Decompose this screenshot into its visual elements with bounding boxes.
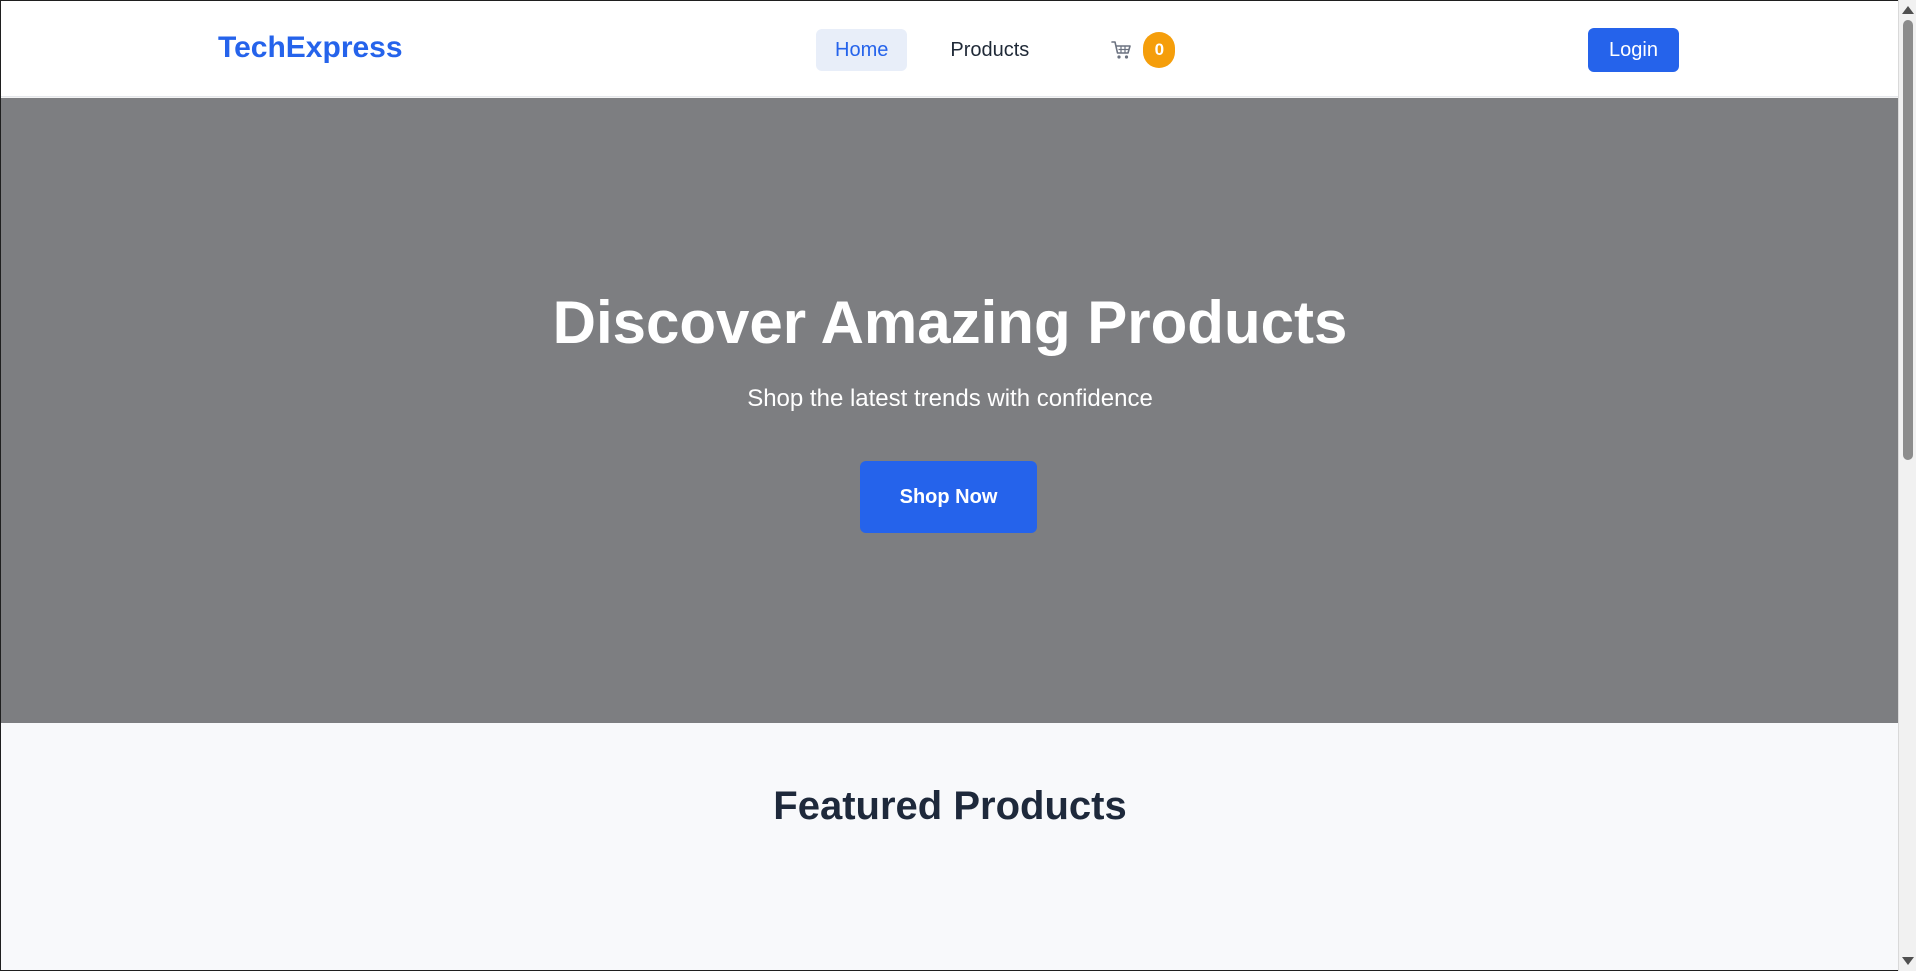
hero-section: Discover Amazing Products Shop the lates… [1, 98, 1898, 723]
cart-button[interactable]: 0 [1110, 32, 1176, 68]
featured-products-section: Featured Products [1, 723, 1898, 970]
login-button[interactable]: Login [1588, 28, 1679, 72]
site-logo[interactable]: TechExpress [218, 31, 403, 65]
scroll-up-arrow-icon[interactable] [1902, 6, 1914, 14]
nav-home-link[interactable]: Home [816, 29, 908, 71]
cart-count-badge: 0 [1143, 32, 1176, 68]
scrollbar-thumb[interactable] [1903, 20, 1913, 460]
main-nav: Home Products 0 [816, 29, 1176, 71]
vertical-scrollbar[interactable] [1898, 0, 1916, 971]
site-header: TechExpress Home Products 0 Login [1, 1, 1898, 97]
nav-products-link[interactable]: Products [931, 29, 1048, 71]
cart-icon [1110, 38, 1134, 62]
hero-title: Discover Amazing Products [552, 289, 1348, 356]
scroll-down-arrow-icon[interactable] [1902, 957, 1914, 965]
featured-products-title: Featured Products [773, 784, 1127, 828]
browser-viewport: TechExpress Home Products 0 Login Discov… [0, 0, 1898, 971]
hero-subtitle: Shop the latest trends with confidence [747, 385, 1153, 412]
shop-now-button[interactable]: Shop Now [860, 461, 1037, 533]
